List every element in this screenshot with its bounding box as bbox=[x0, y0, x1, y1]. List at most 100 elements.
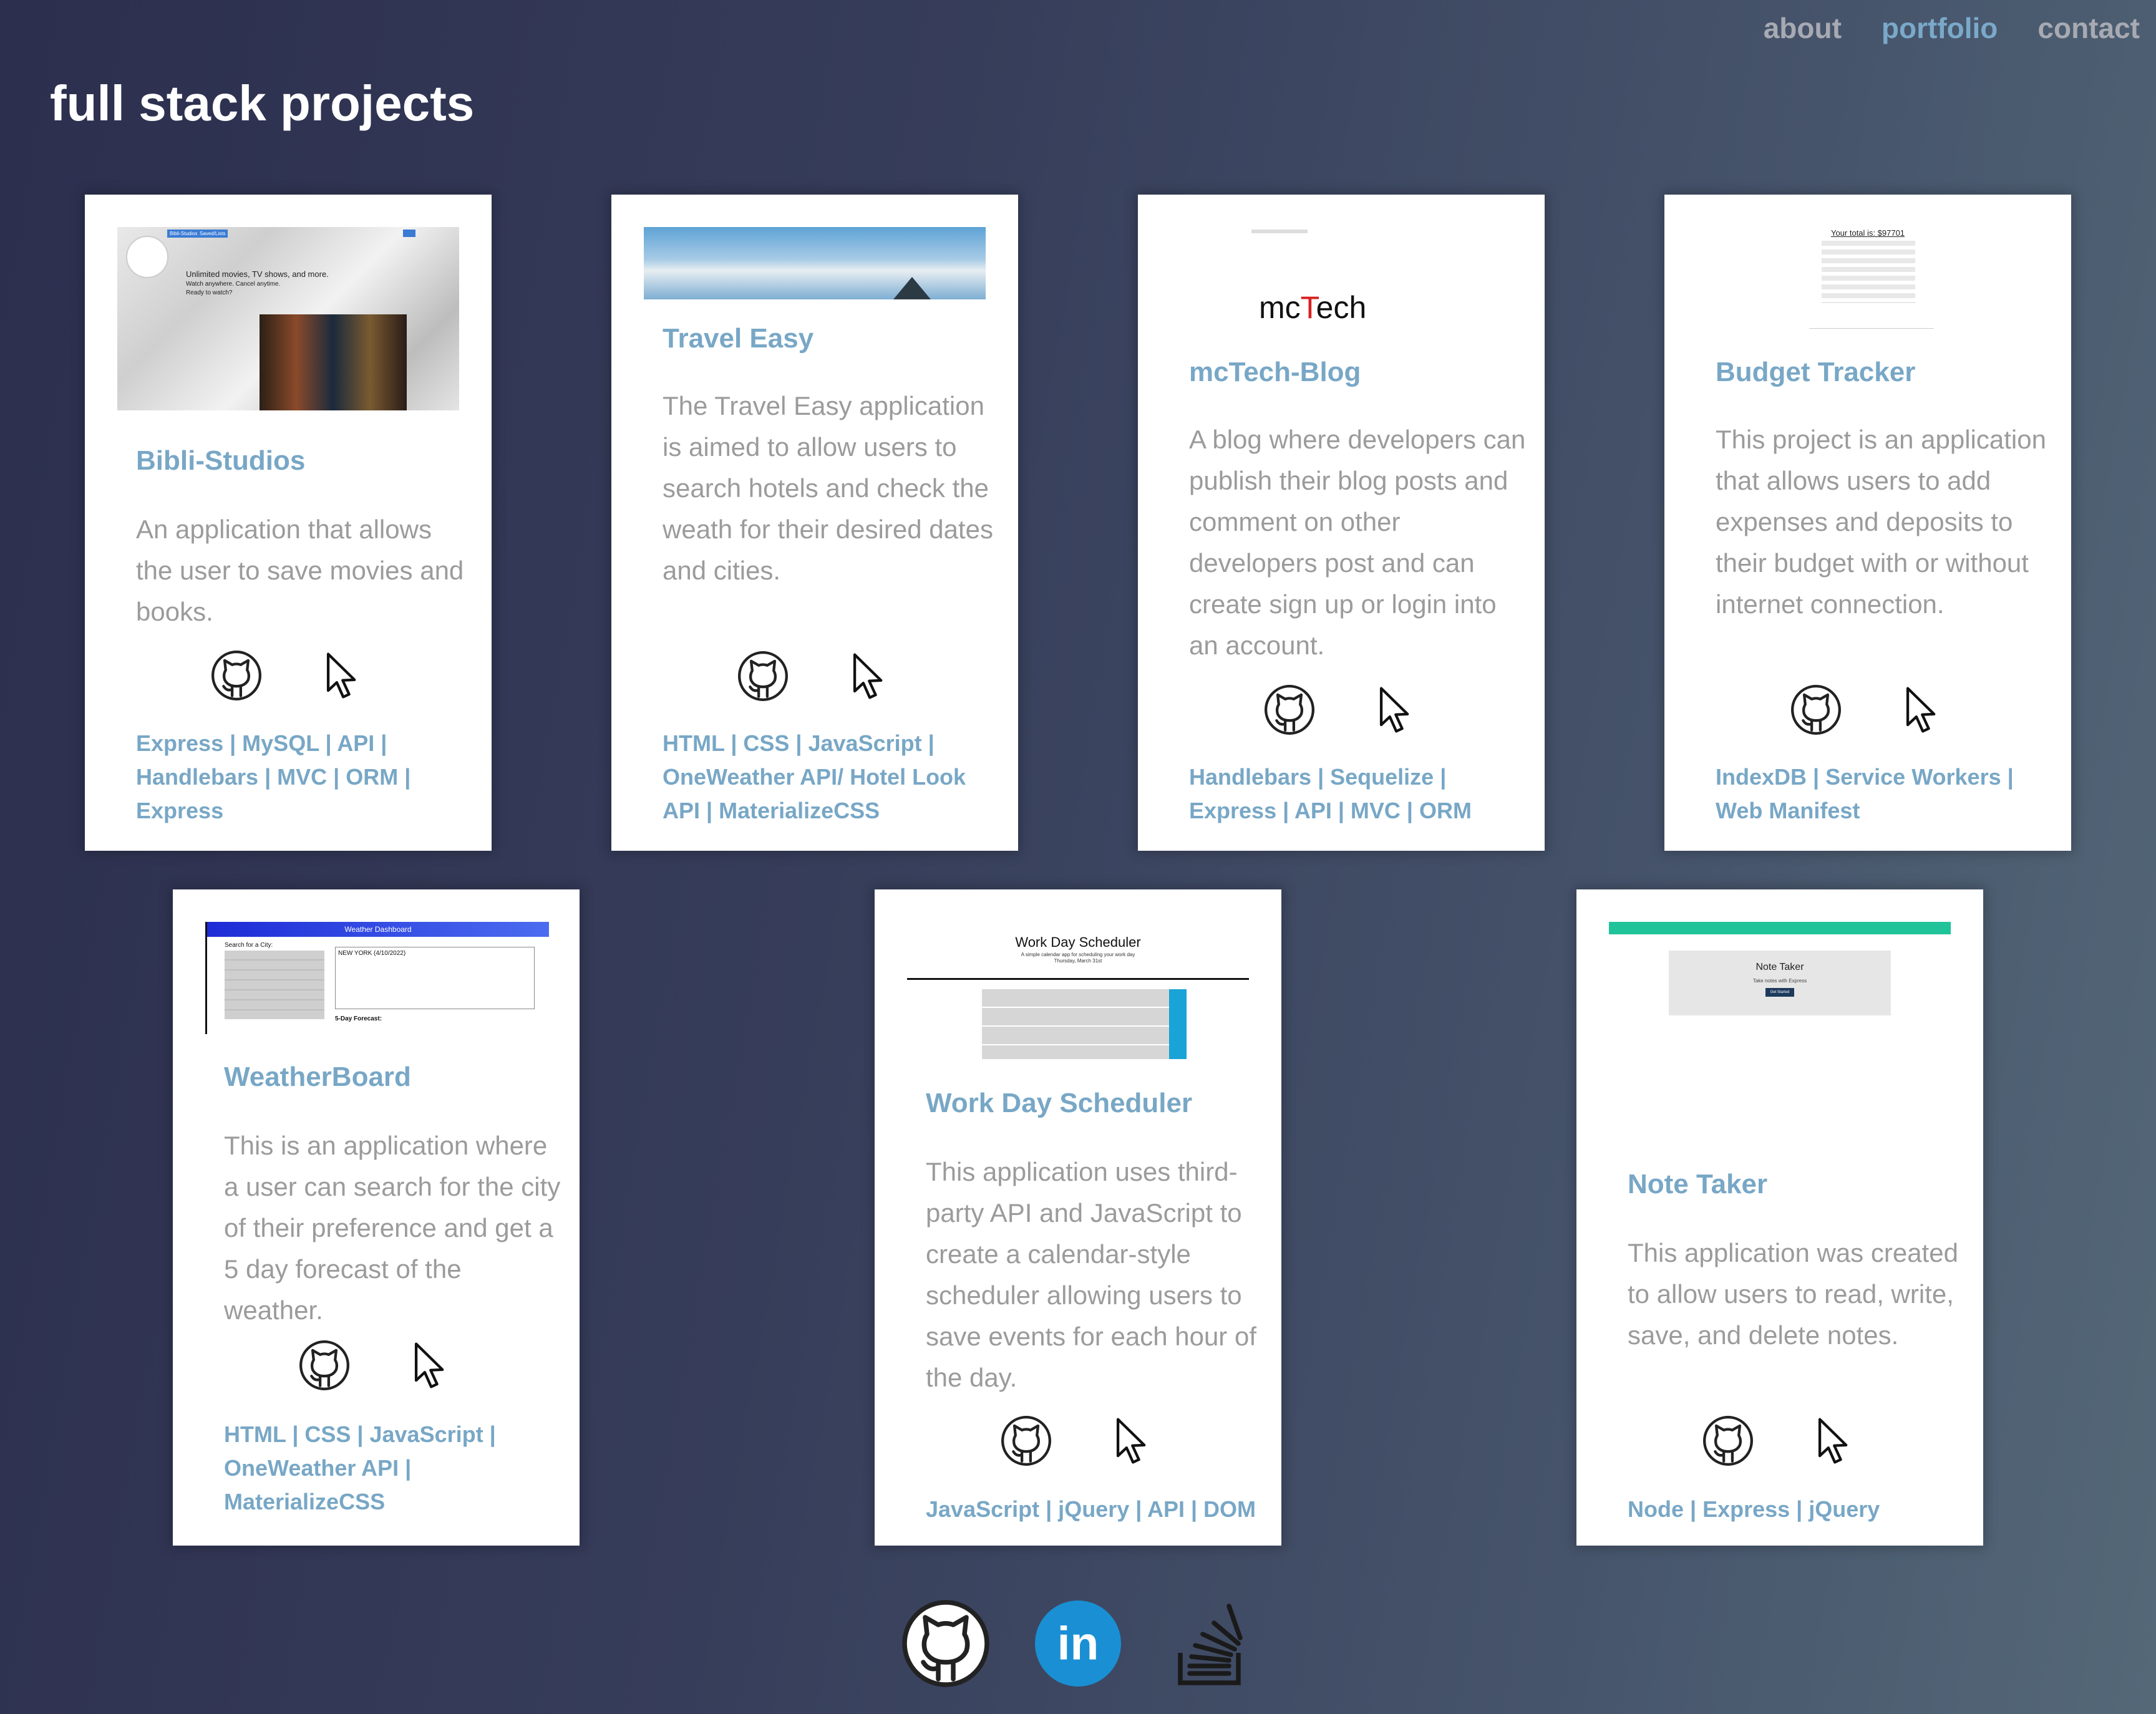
project-description: This application uses third-party API an… bbox=[926, 1157, 1256, 1392]
project-thumbnail[interactable]: Work Day Scheduler A simple calendar app… bbox=[907, 922, 1249, 1059]
preview-text: Take notes with Express bbox=[1752, 978, 1807, 984]
cursor-icon[interactable] bbox=[1893, 683, 1946, 737]
github-icon[interactable] bbox=[1789, 683, 1843, 737]
logo bbox=[126, 236, 168, 278]
project-description: This is an application where a user can … bbox=[224, 1131, 561, 1325]
tech-stack: Node | Express | jQuery bbox=[1628, 1493, 1964, 1526]
github-icon[interactable] bbox=[999, 1414, 1053, 1468]
project-links bbox=[1138, 683, 1545, 739]
project-links bbox=[85, 649, 492, 705]
project-title[interactable]: Note Taker bbox=[1628, 1169, 1958, 1200]
cursor-icon[interactable] bbox=[313, 649, 367, 702]
tech-stack: Handlebars | Sequelize | Express | API |… bbox=[1189, 760, 1526, 828]
nav-portfolio-link[interactable]: portfolio bbox=[1882, 11, 1998, 45]
project-thumbnail[interactable] bbox=[644, 227, 986, 299]
nav-about-link[interactable]: about bbox=[1764, 11, 1842, 45]
svg-text:in: in bbox=[1057, 1617, 1099, 1670]
preview-headline: Unlimited movies, TV shows, and more. bbox=[186, 269, 329, 279]
movie-poster bbox=[260, 314, 407, 410]
project-thumbnail[interactable]: Bibli-Studios Saved/Lists Unlimited movi… bbox=[117, 227, 459, 410]
project-card-bibli-studios: Bibli-Studios Saved/Lists Unlimited movi… bbox=[85, 195, 492, 851]
tech-stack: HTML | CSS | JavaScript | OneWeather API… bbox=[663, 727, 999, 828]
preview-sidebar bbox=[225, 951, 324, 1019]
github-icon[interactable] bbox=[1263, 683, 1316, 737]
project-description: This application was created to allow us… bbox=[1628, 1238, 1958, 1350]
project-title[interactable]: Work Day Scheduler bbox=[926, 1088, 1256, 1119]
tech-stack-link[interactable]: IndexDB | Service Workers | Web Manifest bbox=[1716, 764, 2014, 823]
project-title[interactable]: WeatherBoard bbox=[224, 1062, 555, 1093]
cursor-icon[interactable] bbox=[401, 1339, 455, 1392]
project-title[interactable]: Budget Tracker bbox=[1716, 357, 2046, 388]
github-icon[interactable] bbox=[1701, 1414, 1755, 1468]
preview-current-weather: NEW YORK (4/10/2022) bbox=[335, 947, 535, 1009]
preview-jumbotron: Note Taker Take notes with Express Get S… bbox=[1669, 951, 1891, 1015]
tech-stack-link[interactable]: Handlebars | Sequelize | Express | API |… bbox=[1189, 764, 1472, 823]
project-description: An application that allows the user to s… bbox=[136, 515, 464, 626]
page-title: full stack projects bbox=[50, 75, 475, 131]
project-card-mctech-blog: mcTech mcTech-Blog A blog where develope… bbox=[1138, 195, 1545, 851]
preview-text: Thursday, March 31st bbox=[1054, 958, 1102, 964]
project-links bbox=[611, 649, 1018, 705]
project-title[interactable]: mcTech-Blog bbox=[1189, 357, 1520, 388]
preview-total: Your total is: $97701 bbox=[1830, 228, 1905, 238]
nav-contact-link[interactable]: contact bbox=[2037, 11, 2140, 45]
preview-text: A simple calendar app for scheduling you… bbox=[1021, 952, 1135, 957]
project-description: A blog where developers can publish thei… bbox=[1189, 425, 1526, 660]
cursor-icon[interactable] bbox=[840, 649, 893, 703]
preview-divider bbox=[907, 978, 1249, 980]
preview-chart bbox=[1809, 314, 1934, 329]
preview-nav-label: Saved/Lists bbox=[197, 230, 228, 238]
cursor-icon[interactable] bbox=[1366, 683, 1420, 737]
project-links bbox=[173, 1339, 580, 1395]
project-description: The Travel Easy application is aimed to … bbox=[663, 391, 993, 585]
preview-button bbox=[403, 230, 415, 237]
tech-stack-link[interactable]: JavaScript | jQuery | API | DOM bbox=[926, 1496, 1256, 1522]
project-card-note-taker: Note Taker Take notes with Express Get S… bbox=[1576, 889, 1983, 1546]
tech-stack: HTML | CSS | JavaScript | OneWeather API… bbox=[224, 1418, 561, 1519]
github-icon[interactable] bbox=[210, 649, 263, 702]
preview-table bbox=[1822, 241, 1915, 303]
tech-stack-link[interactable]: Express | MySQL | API | Handlebars | MVC… bbox=[136, 730, 410, 823]
project-links bbox=[1664, 683, 2071, 739]
tech-stack-link[interactable]: Node | Express | jQuery bbox=[1628, 1496, 1880, 1522]
project-description: This project is an application that allo… bbox=[1716, 425, 2046, 619]
preview-navbar bbox=[1609, 922, 1951, 934]
preview-forecast-label: 5-Day Forecast: bbox=[335, 1015, 382, 1022]
preview-header: Note Taker bbox=[1755, 962, 1804, 972]
preview-text: Ready to watch? bbox=[186, 289, 233, 296]
project-card-weatherboard: Weather Dashboard Search for a City: NEW… bbox=[173, 889, 580, 1546]
mctech-logo: mcTech bbox=[1259, 290, 1367, 325]
stackoverflow-icon[interactable] bbox=[1163, 1597, 1257, 1690]
tech-stack-link[interactable]: HTML | CSS | JavaScript | OneWeather API… bbox=[663, 730, 966, 823]
project-card-work-day-scheduler: Work Day Scheduler A simple calendar app… bbox=[875, 889, 1281, 1546]
tech-stack-link[interactable]: HTML | CSS | JavaScript | OneWeather API… bbox=[224, 1421, 496, 1514]
preview-header: Work Day Scheduler bbox=[1015, 934, 1141, 950]
tech-stack: Express | MySQL | API | Handlebars | MVC… bbox=[136, 727, 473, 828]
preview-save-buttons bbox=[1169, 989, 1187, 1059]
preview-button: Get Started bbox=[1765, 988, 1794, 997]
preview-label: Search for a City: bbox=[225, 942, 273, 949]
linkedin-icon[interactable]: in bbox=[1031, 1597, 1125, 1690]
project-thumbnail[interactable]: mcTech bbox=[1170, 227, 1512, 333]
preview-header: Weather Dashboard bbox=[207, 922, 549, 937]
tech-stack: JavaScript | jQuery | API | DOM bbox=[926, 1493, 1263, 1526]
preview-nav bbox=[1251, 230, 1308, 233]
project-thumbnail[interactable]: Your total is: $97701 bbox=[1697, 227, 2039, 333]
github-icon[interactable] bbox=[736, 649, 790, 703]
preview-timeblocks bbox=[982, 989, 1169, 1059]
preview-nav-label: Bibli-Studios bbox=[167, 230, 200, 238]
cursor-icon[interactable] bbox=[1103, 1414, 1157, 1468]
project-title[interactable]: Bibli-Studios bbox=[136, 445, 467, 477]
github-icon[interactable] bbox=[298, 1339, 351, 1392]
tech-stack: IndexDB | Service Workers | Web Manifest bbox=[1716, 760, 2052, 828]
project-thumbnail[interactable]: Weather Dashboard Search for a City: NEW… bbox=[205, 922, 549, 1034]
project-thumbnail[interactable]: Note Taker Take notes with Express Get S… bbox=[1609, 922, 1951, 1146]
project-links bbox=[875, 1414, 1281, 1470]
project-links bbox=[1576, 1414, 1983, 1470]
project-card-budget-tracker: Your total is: $97701 Budget Tracker Thi… bbox=[1664, 195, 2071, 851]
github-icon[interactable] bbox=[899, 1597, 993, 1690]
cursor-icon[interactable] bbox=[1805, 1414, 1858, 1468]
footer-social-links: in bbox=[0, 1597, 2156, 1703]
project-title[interactable]: Travel Easy bbox=[663, 323, 993, 354]
preview-text: Watch anywhere. Cancel anytime. bbox=[186, 281, 281, 288]
